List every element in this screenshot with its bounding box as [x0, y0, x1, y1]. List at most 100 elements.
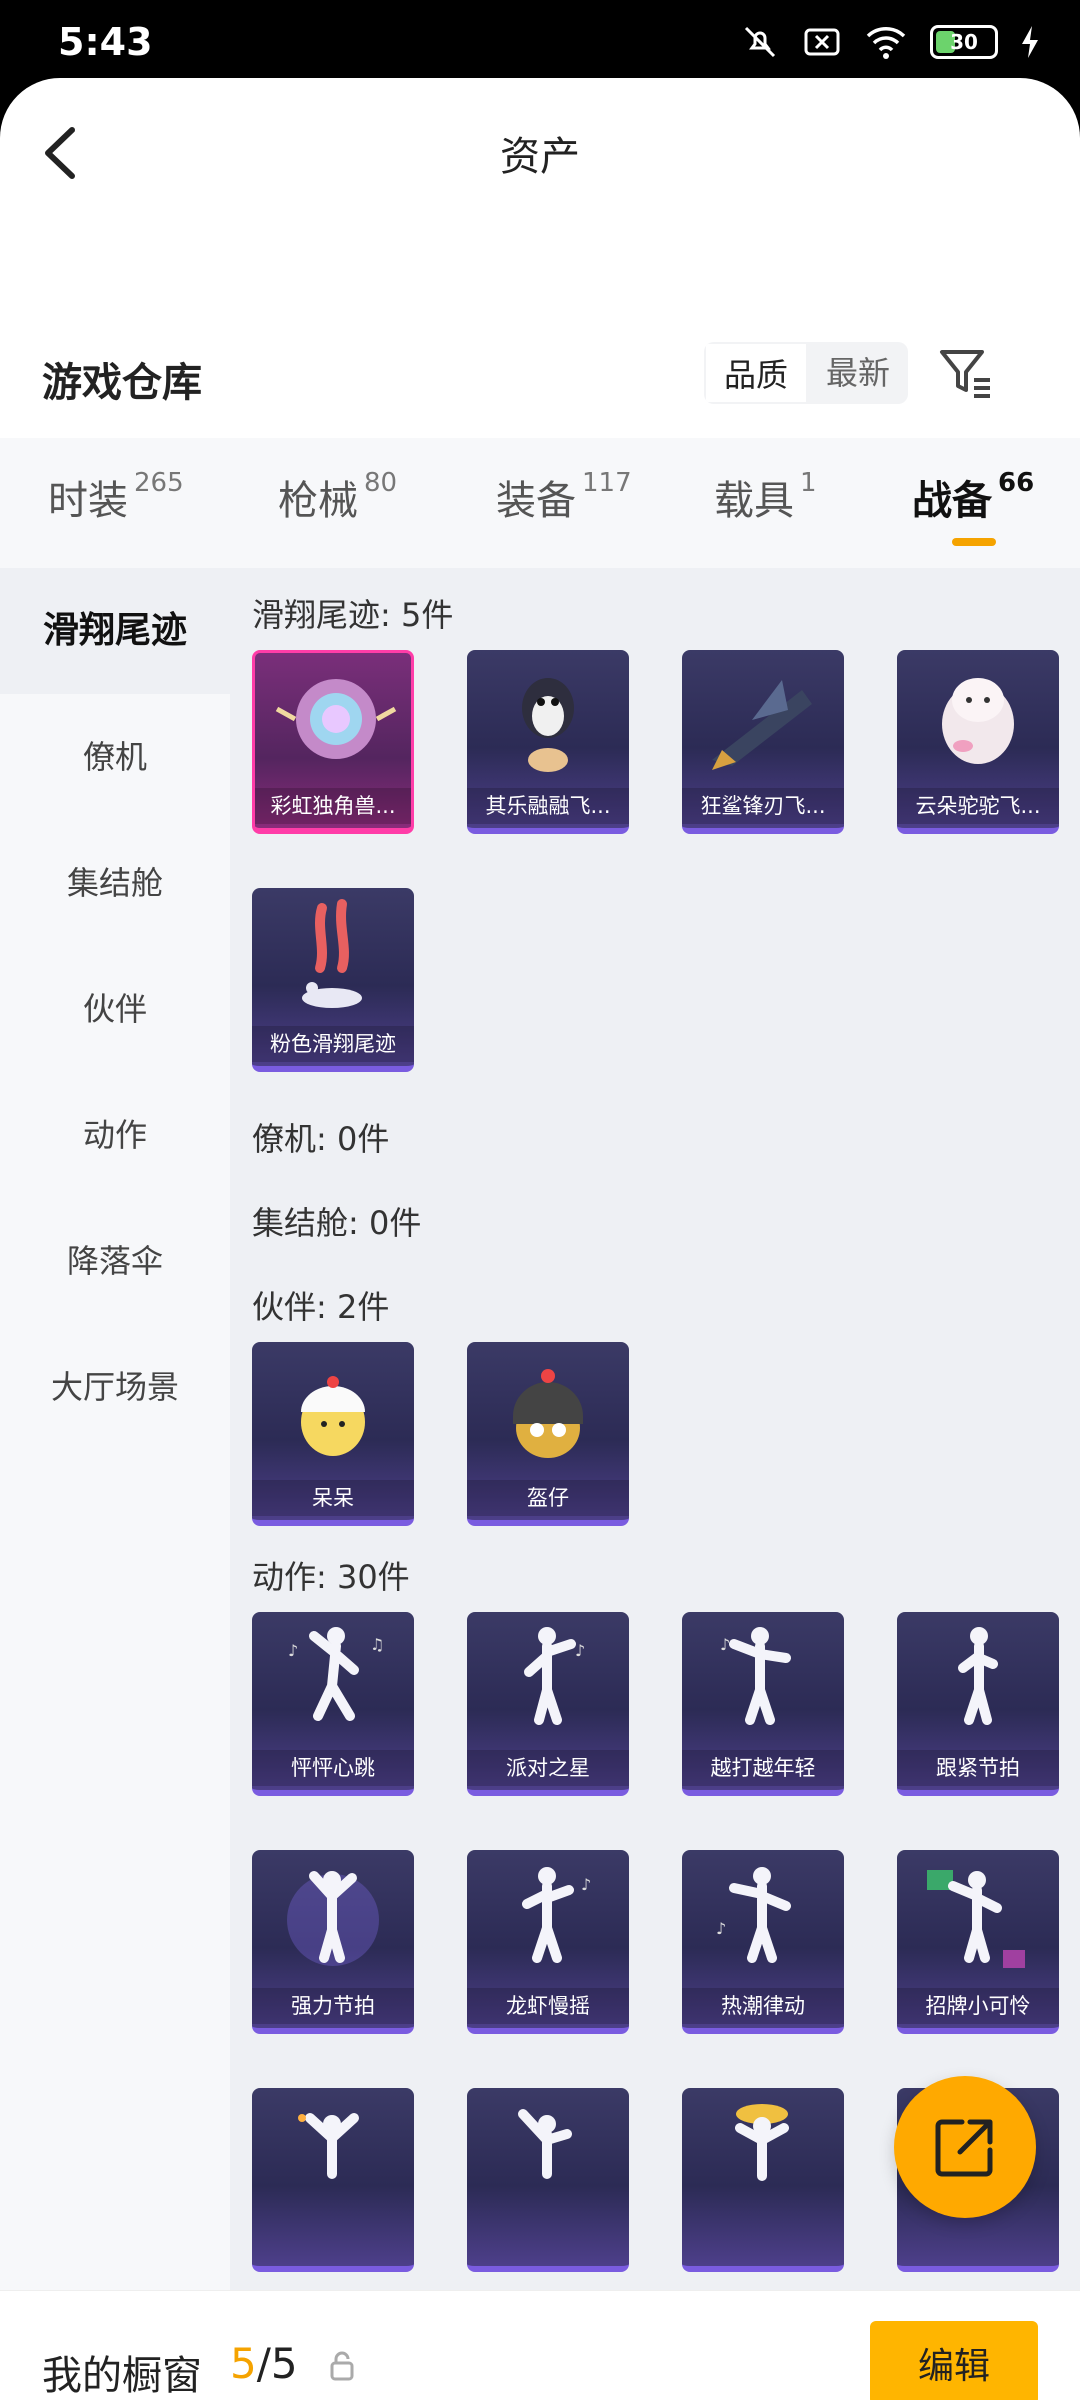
tab-vehicles[interactable]: 载具 1	[714, 468, 817, 526]
status-icons: 30	[740, 22, 1040, 62]
sidebar-item-wingman[interactable]: 僚机	[0, 694, 230, 820]
svg-text:♪: ♪	[581, 1875, 591, 1894]
page-title: 资产	[500, 134, 580, 180]
item-image: ♪	[522, 1867, 591, 1963]
filter-icon[interactable]	[936, 344, 996, 404]
sidebar-item-companion[interactable]: 伙伴	[0, 946, 230, 1072]
item-image	[302, 899, 362, 1008]
item-image	[513, 1369, 583, 1458]
tab-label: 枪械	[278, 478, 358, 524]
tab-fashion[interactable]: 时装 265	[48, 468, 184, 526]
category-heading: 集结舱: 0件	[252, 1204, 422, 1242]
item-card[interactable]	[682, 2088, 844, 2272]
item-image: ♪ ♫	[288, 1627, 384, 1721]
item-card[interactable]: 盔仔	[467, 1342, 629, 1526]
item-card[interactable]: 跟紧节拍	[897, 1612, 1059, 1796]
svg-text:♫: ♫	[370, 1635, 384, 1654]
item-image	[275, 679, 397, 759]
item-card[interactable]: ♪ 越打越年轻	[682, 1612, 844, 1796]
item-card[interactable]: 呆呆	[252, 1342, 414, 1526]
warehouse-title: 游戏仓库	[42, 360, 202, 406]
item-name: 呆呆	[252, 1480, 414, 1516]
external-link-icon	[935, 2119, 993, 2177]
tab-underline	[952, 538, 996, 546]
sidebar-item-lobby-scene[interactable]: 大厅场景	[0, 1324, 230, 1450]
warehouse-header: 游戏仓库 品质 最新	[0, 328, 1080, 448]
item-list: 滑翔尾迹: 5件 彩虹独角兽... 其乐融融飞... 狂鲨锋刃飞... 云朵驼驼…	[230, 568, 1080, 2290]
item-image: ♪	[716, 1867, 791, 1963]
charging-icon	[1022, 26, 1038, 58]
wifi-icon	[866, 27, 906, 59]
showcase-current: 5	[230, 2339, 257, 2388]
item-image: ♪	[524, 1627, 585, 1725]
item-name: 招牌小可怜	[897, 1988, 1059, 2024]
svg-text:♪: ♪	[288, 1641, 298, 1660]
item-card[interactable]: 招牌小可怜	[897, 1850, 1059, 2034]
tab-label: 战备	[912, 478, 992, 524]
item-name: 狂鲨锋刃飞...	[682, 788, 844, 824]
battery-level: 30	[950, 30, 978, 54]
item-card[interactable]	[467, 2088, 629, 2272]
item-image	[735, 2104, 789, 2181]
item-name: 其乐融融飞...	[467, 788, 629, 824]
item-card[interactable]: ♪ 热潮律动	[682, 1850, 844, 2034]
item-card[interactable]: 狂鲨锋刃飞...	[682, 650, 844, 834]
sidebar-item-parachute[interactable]: 降落伞	[0, 1198, 230, 1324]
sidebar-item-glide-trail[interactable]: 滑翔尾迹	[0, 568, 230, 694]
item-card[interactable]: ♪ 派对之星	[467, 1612, 629, 1796]
tab-count: 66	[998, 468, 1035, 498]
item-image	[301, 1376, 365, 1456]
tab-count: 265	[134, 468, 184, 498]
item-name: 派对之星	[467, 1750, 629, 1786]
category-heading: 伙伴: 2件	[252, 1288, 390, 1326]
battery-icon: 30	[930, 25, 998, 59]
item-name: 越打越年轻	[682, 1750, 844, 1786]
svg-text:♪: ♪	[720, 1635, 730, 1654]
showcase-separator: /	[256, 2339, 271, 2388]
tab-label: 装备	[496, 478, 576, 524]
item-card[interactable]: ♪ ♫ 怦怦心跳	[252, 1612, 414, 1796]
item-name: 热潮律动	[682, 1988, 844, 2024]
sim-off-icon	[804, 28, 840, 56]
showcase-label: 我的橱窗	[42, 2353, 202, 2399]
item-image	[518, 2109, 572, 2179]
showcase-count: 5/5	[230, 2339, 298, 2388]
showcase-total: 5	[270, 2339, 298, 2388]
edit-button[interactable]: 编辑	[870, 2321, 1038, 2400]
sidebar-item-rally-pod[interactable]: 集结舱	[0, 820, 230, 946]
item-image	[287, 1871, 379, 1966]
item-image: ♪	[720, 1627, 791, 1725]
item-name: 彩虹独角兽...	[255, 788, 411, 824]
tab-label: 载具	[714, 478, 794, 524]
tab-count: 80	[364, 468, 398, 498]
share-fab[interactable]	[894, 2076, 1036, 2218]
status-bar: 5:43 30	[0, 0, 1080, 80]
item-card[interactable]: 彩虹独角兽...	[252, 650, 414, 834]
item-card[interactable]: 粉色滑翔尾迹	[252, 888, 414, 1072]
item-image	[522, 678, 574, 772]
mute-icon	[744, 26, 776, 58]
item-card[interactable]: 强力节拍	[252, 1850, 414, 2034]
item-name: 粉色滑翔尾迹	[252, 1026, 414, 1062]
tab-guns[interactable]: 枪械 80	[278, 468, 397, 526]
item-name: 龙虾慢摇	[467, 1988, 629, 2024]
top-bar: 资产	[0, 78, 1080, 218]
lock-icon	[330, 2351, 354, 2381]
screen: 资产 游戏仓库 品质 最新 时装 265 枪械 80 装备 117 载具 1 战备 66 …	[0, 78, 1080, 2400]
item-name: 盔仔	[467, 1480, 629, 1516]
category-heading: 滑翔尾迹: 5件	[252, 596, 454, 634]
status-time: 5:43	[58, 20, 153, 64]
item-image	[712, 680, 812, 770]
item-image	[942, 678, 1014, 764]
sort-quality[interactable]: 品质	[704, 342, 809, 404]
tab-equipment[interactable]: 装备 117	[496, 468, 632, 526]
item-card[interactable]: ♪ 龙虾慢摇	[467, 1850, 629, 2034]
item-card[interactable]: 云朵驼驼飞...	[897, 650, 1059, 834]
item-card[interactable]	[252, 2088, 414, 2272]
item-image	[958, 1627, 998, 1725]
content-area: 滑翔尾迹 僚机 集结舱 伙伴 动作 降落伞 大厅场景 滑翔尾迹: 5件 彩虹独角…	[0, 568, 1080, 2290]
item-card[interactable]: 其乐融融飞...	[467, 650, 629, 834]
sort-newest[interactable]: 最新	[808, 342, 908, 404]
sidebar-item-emote[interactable]: 动作	[0, 1072, 230, 1198]
tab-gear[interactable]: 战备 66	[912, 468, 1035, 546]
